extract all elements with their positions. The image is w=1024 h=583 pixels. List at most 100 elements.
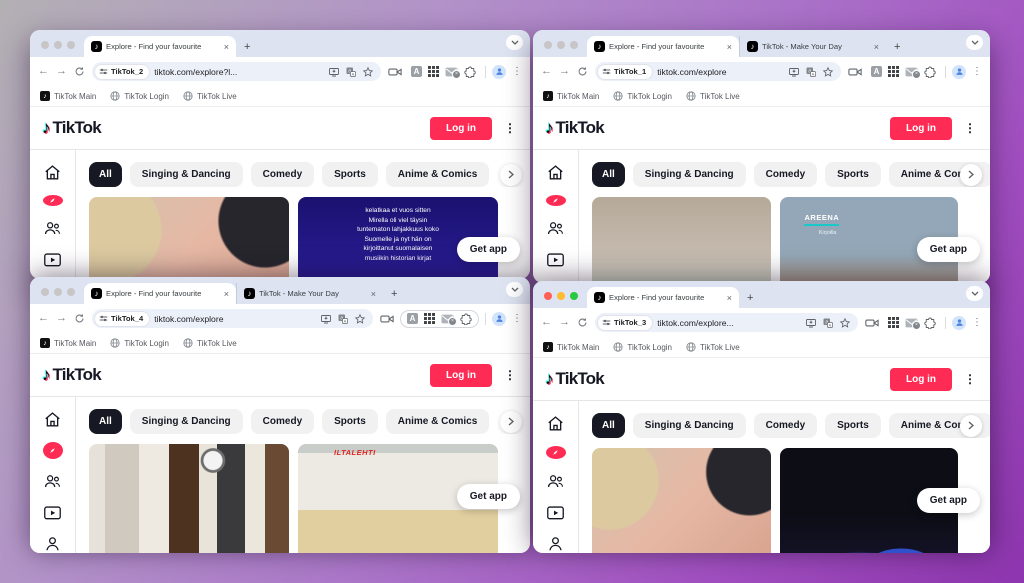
close-window-button[interactable] [544,292,552,300]
sidebar-live-icon[interactable] [43,504,63,521]
camera-extension-icon[interactable] [848,66,862,78]
back-icon[interactable]: ← [38,313,49,324]
zoom-window-button[interactable] [67,288,75,296]
sidebar-explore-icon[interactable] [43,442,63,459]
bookmark-tiktok-login[interactable]: TikTok Login [110,91,169,101]
chevron-down-icon[interactable] [966,35,983,50]
camera-extension-icon[interactable] [388,66,402,78]
close-window-button[interactable] [41,41,49,49]
bookmark-star-icon[interactable] [822,66,834,78]
category-pill-singing-dancing[interactable]: Singing & Dancing [633,162,746,187]
close-tab-icon[interactable]: × [727,293,732,303]
reload-icon[interactable] [74,66,85,77]
minimize-window-button[interactable] [54,288,62,296]
login-button[interactable]: Log in [890,117,952,140]
minimize-window-button[interactable] [557,41,565,49]
tiktok-logo[interactable]: ♪ TikTok [545,369,604,389]
sidebar-explore-icon[interactable] [546,195,566,206]
get-app-button[interactable]: Get app [917,488,980,513]
video-card[interactable] [89,197,289,279]
close-window-button[interactable] [41,288,49,296]
categories-next-button[interactable] [960,164,982,186]
category-pill-sports[interactable]: Sports [825,413,881,438]
extensions-puzzle-icon[interactable] [464,66,476,78]
sidebar-following-icon[interactable] [546,219,566,238]
zoom-window-button[interactable] [570,292,578,300]
send-to-device-icon[interactable] [328,66,340,78]
send-to-device-icon[interactable] [788,66,800,78]
muted-mail-extension-icon[interactable]: × [441,314,454,324]
login-button[interactable]: Log in [430,117,492,140]
tiktok-logo[interactable]: ♪ TikTok [42,118,101,138]
back-icon[interactable]: ← [541,317,552,328]
send-to-device-icon[interactable] [805,317,817,329]
translate-icon[interactable]: aA [805,66,817,78]
chevron-down-icon[interactable] [966,286,983,301]
minimize-window-button[interactable] [54,41,62,49]
letter-a-extension-icon[interactable]: A [407,313,418,324]
category-pill-all[interactable]: All [592,413,625,438]
calculator-extension-icon[interactable] [424,313,435,324]
bookmark-tiktok-live[interactable]: TikTok Live [686,91,740,101]
calculator-extension-icon[interactable] [428,66,439,77]
browser-tab-1[interactable]: ♪ Explore - Find your favourite × [84,36,236,57]
page-menu-icon[interactable]: ⋮ [504,121,516,135]
calculator-extension-icon[interactable] [888,66,899,77]
category-pill-all[interactable]: All [89,162,122,187]
bookmark-tiktok-main[interactable]: ♪ TikTok Main [40,91,96,101]
page-menu-icon[interactable]: ⋮ [504,368,516,382]
tiktok-logo[interactable]: ♪ TikTok [545,118,604,138]
bookmark-tiktok-main[interactable]: ♪ TikTok Main [40,338,96,348]
get-app-button[interactable]: Get app [917,237,980,262]
category-pill-all[interactable]: All [89,409,122,434]
bookmark-tiktok-main[interactable]: ♪ TikTok Main [543,342,599,352]
calculator-extension-icon[interactable] [888,317,899,328]
profile-avatar-icon[interactable] [952,316,966,330]
bookmark-tiktok-live[interactable]: TikTok Live [183,91,237,101]
category-pill-anime-comics[interactable]: Anime & Comics [386,409,489,434]
category-pill-sports[interactable]: Sports [322,162,378,187]
forward-icon[interactable]: → [559,66,570,77]
profile-avatar-icon[interactable] [492,312,506,326]
sidebar-home-icon[interactable] [546,414,566,433]
bookmark-tiktok-live[interactable]: TikTok Live [183,338,237,348]
sidebar-following-icon[interactable] [43,219,63,238]
address-bar[interactable]: TikTok_1 tiktok.com/explore aA [595,62,841,81]
forward-icon[interactable]: → [56,66,67,77]
category-pill-singing-dancing[interactable]: Singing & Dancing [633,413,746,438]
category-pill-comedy[interactable]: Comedy [251,409,314,434]
camera-extension-icon[interactable] [865,317,879,329]
category-pill-anime-comics[interactable]: Anime & Comics [386,162,489,187]
muted-mail-extension-icon[interactable]: × [905,318,918,328]
browser-tab-1[interactable]: ♪ Explore - Find your favourite × [587,36,739,57]
zoom-window-button[interactable] [67,41,75,49]
close-tab-icon[interactable]: × [224,42,229,52]
browser-tab-2[interactable]: ♪ TikTok - Make Your Day × [739,36,886,57]
sidebar-home-icon[interactable] [43,410,63,429]
sidebar-live-icon[interactable] [43,251,63,268]
video-card[interactable] [89,444,289,553]
category-pill-sports[interactable]: Sports [322,409,378,434]
extensions-puzzle-icon[interactable] [924,66,936,78]
bookmark-star-icon[interactable] [362,66,374,78]
new-tab-button[interactable]: + [236,41,258,57]
translate-icon[interactable]: aA [337,313,349,325]
browser-menu-icon[interactable]: ⋮ [972,66,982,77]
extensions-puzzle-icon[interactable] [924,317,936,329]
sidebar-explore-icon[interactable] [546,446,566,459]
new-tab-button[interactable]: + [886,41,908,57]
category-pill-singing-dancing[interactable]: Singing & Dancing [130,409,243,434]
profile-chip[interactable]: TikTok_1 [598,65,652,79]
get-app-button[interactable]: Get app [457,484,520,509]
category-pill-comedy[interactable]: Comedy [251,162,314,187]
bookmark-tiktok-login[interactable]: TikTok Login [110,338,169,348]
bookmark-tiktok-login[interactable]: TikTok Login [613,342,672,352]
get-app-button[interactable]: Get app [457,237,520,262]
sidebar-profile-icon[interactable] [546,534,566,553]
profile-avatar-icon[interactable] [952,65,966,79]
browser-menu-icon[interactable]: ⋮ [972,317,982,328]
address-bar[interactable]: TikTok_2 tiktok.com/explore?l... aA [92,62,381,81]
muted-mail-extension-icon[interactable]: × [445,67,458,77]
chevron-down-icon[interactable] [506,282,523,297]
close-tab-icon[interactable]: × [371,289,376,299]
